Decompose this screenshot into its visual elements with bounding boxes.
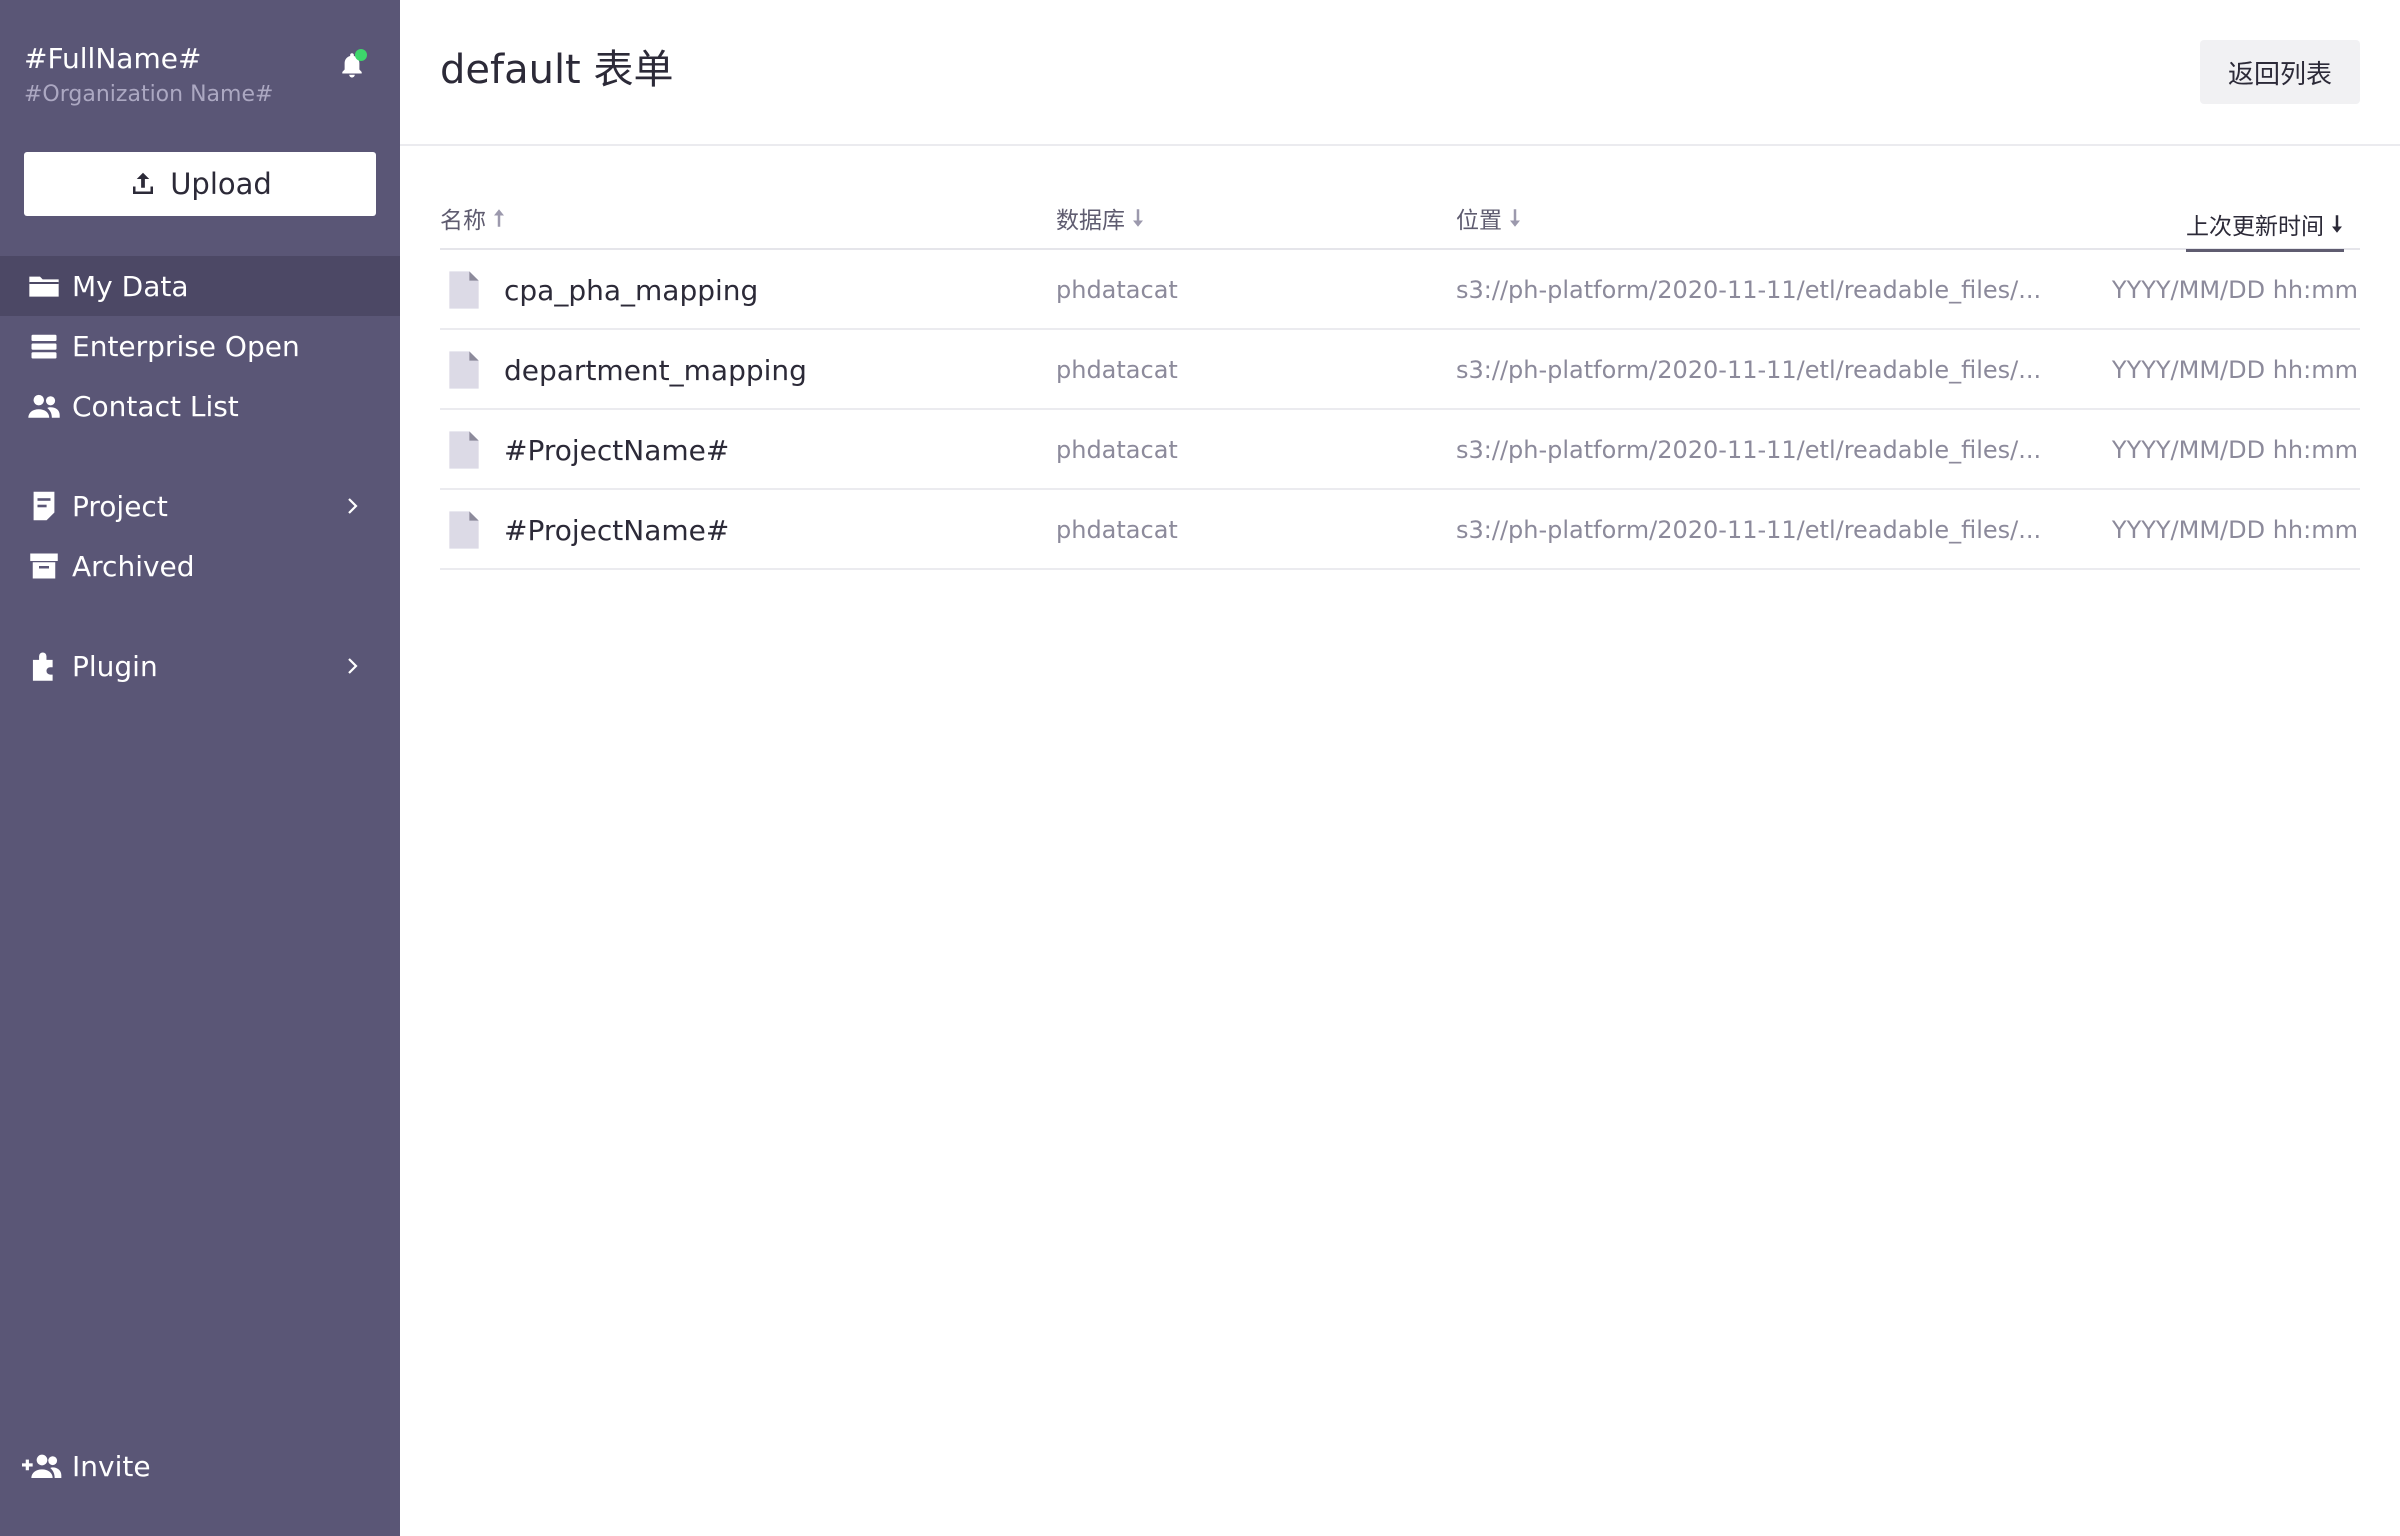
file-icon [448, 250, 480, 330]
column-header-label: 数据库 [1056, 208, 1125, 234]
column-header-label: 位置 [1456, 208, 1502, 234]
row-name: department_mapping [504, 353, 807, 387]
sidebar-item-project[interactable]: Project [0, 476, 400, 536]
app-root: #FullName# #Organization Name# Upload My… [0, 0, 2400, 1536]
sidebar-item-archived[interactable]: Archived [0, 536, 400, 596]
row-database: phdatacat [1056, 436, 1178, 464]
table-row[interactable]: #ProjectName# phdatacat s3://ph-platform… [440, 410, 2360, 490]
sidebar-item-label: Project [72, 489, 168, 523]
row-database: phdatacat [1056, 276, 1178, 304]
column-header-name[interactable]: 名称 [440, 198, 506, 238]
sort-up-icon [494, 209, 504, 227]
sidebar-item-label: Archived [72, 549, 195, 583]
sidebar-item-my-data[interactable]: My Data [0, 256, 400, 316]
row-location: s3://ph-platform/2020-11-11/etl/readable… [1456, 356, 2042, 384]
people-icon [26, 388, 62, 424]
sort-down-icon [1510, 209, 1520, 227]
organization-name: #Organization Name# [24, 82, 274, 107]
sidebar-item-label: Enterprise Open [72, 329, 300, 363]
page-title: default 表单 [440, 47, 674, 93]
row-name: #ProjectName# [504, 513, 730, 547]
upload-icon [133, 172, 154, 194]
table-header: 名称 数据库 位置 上次更新时间 [440, 190, 2360, 252]
row-location: s3://ph-platform/2020-11-11/etl/readable… [1456, 276, 2042, 304]
sidebar: #FullName# #Organization Name# Upload My… [0, 0, 400, 1536]
sidebar-item-label: Contact List [72, 389, 239, 423]
row-name: cpa_pha_mapping [504, 273, 759, 307]
stack-icon [26, 328, 62, 364]
file-icon [448, 490, 480, 570]
add-person-icon [22, 1454, 62, 1478]
sidebar-item-enterprise-open[interactable]: Enterprise Open [0, 316, 400, 376]
user-full-name: #FullName# [24, 42, 202, 75]
invite-button[interactable]: Invite [22, 1436, 151, 1496]
upload-button[interactable]: Upload [24, 152, 376, 216]
row-updated: YYYY/MM/DD hh:mm [2111, 356, 2358, 384]
page-header: default 表单 返回列表 [400, 0, 2400, 146]
notification-dot [355, 49, 367, 61]
table-row[interactable]: department_mapping phdatacat s3://ph-pla… [440, 330, 2360, 410]
column-header-label: 名称 [440, 208, 486, 234]
table-row[interactable]: cpa_pha_mapping phdatacat s3://ph-platfo… [440, 250, 2360, 330]
row-location: s3://ph-platform/2020-11-11/etl/readable… [1456, 516, 2042, 544]
file-icon [448, 410, 480, 490]
row-updated: YYYY/MM/DD hh:mm [2111, 276, 2358, 304]
folder-icon [26, 268, 62, 304]
sort-down-icon [1133, 209, 1143, 227]
row-database: phdatacat [1056, 516, 1178, 544]
notification-bell-button[interactable] [332, 46, 372, 86]
sidebar-item-plugin[interactable]: Plugin [0, 636, 400, 696]
file-icon [448, 330, 480, 410]
document-icon [26, 488, 62, 524]
chevron-right-icon [348, 498, 358, 514]
nav-tertiary: Plugin [0, 636, 400, 696]
column-header-updated[interactable]: 上次更新时间 [2186, 198, 2344, 252]
chevron-right-icon [348, 658, 358, 674]
user-block: #FullName# #Organization Name# [24, 40, 376, 120]
puzzle-icon [26, 648, 62, 684]
row-updated: YYYY/MM/DD hh:mm [2111, 436, 2358, 464]
table-row[interactable]: #ProjectName# phdatacat s3://ph-platform… [440, 490, 2360, 570]
row-name: #ProjectName# [504, 433, 730, 467]
sort-down-icon [2332, 214, 2342, 233]
nav-primary: My Data Enterprise Open Contact List [0, 256, 400, 436]
column-header-label: 上次更新时间 [2186, 213, 2324, 240]
row-database: phdatacat [1056, 356, 1178, 384]
upload-label: Upload [170, 167, 272, 201]
invite-label: Invite [72, 1449, 151, 1483]
nav-secondary: Project Archived [0, 476, 400, 596]
column-header-location[interactable]: 位置 [1456, 198, 1522, 238]
sidebar-item-contact-list[interactable]: Contact List [0, 376, 400, 436]
sidebar-item-label: My Data [72, 269, 189, 303]
sidebar-item-label: Plugin [72, 649, 158, 683]
archive-box-icon [26, 548, 62, 584]
row-updated: YYYY/MM/DD hh:mm [2111, 516, 2358, 544]
row-location: s3://ph-platform/2020-11-11/etl/readable… [1456, 436, 2042, 464]
back-to-list-button[interactable]: 返回列表 [2200, 40, 2360, 104]
main-content: default 表单 返回列表 名称 数据库 位置 上次更新时间 cpa_pha… [400, 0, 2400, 1536]
column-header-database[interactable]: 数据库 [1056, 198, 1145, 238]
data-table: 名称 数据库 位置 上次更新时间 cpa_pha_mapping phdatac… [440, 190, 2360, 570]
